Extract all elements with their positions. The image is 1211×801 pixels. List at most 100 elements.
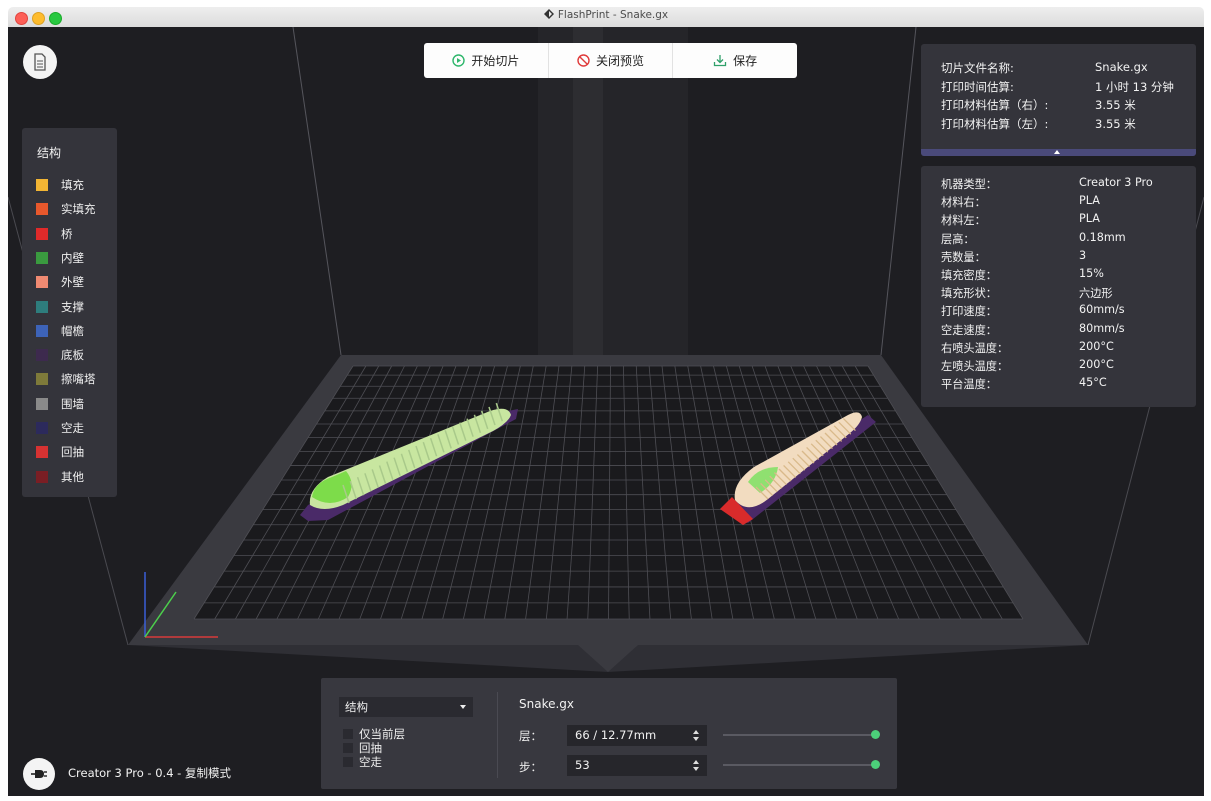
spin-down-icon[interactable] — [693, 737, 699, 741]
step-slider-thumb[interactable] — [871, 760, 880, 769]
spec-value: 200°C — [1079, 358, 1114, 371]
start-slice-button[interactable]: 开始切片 — [424, 43, 548, 78]
legend-item-label: 帽檐 — [61, 323, 84, 338]
spec-row: 打印速度： 60mm/s — [941, 303, 1201, 319]
legend-item-label: 围墙 — [61, 396, 84, 411]
spec-row: 空走速度： 80mm/s — [941, 322, 1201, 338]
slice-info-row: 打印材料估算（右）: 3.55 米 — [941, 97, 1201, 113]
layer-slider-track[interactable] — [723, 734, 875, 736]
start-slice-label: 开始切片 — [471, 54, 520, 68]
legend-item: 空走 — [36, 419, 84, 437]
collapse-arrow-icon — [1054, 150, 1060, 154]
slice-info-label: 打印时间估算: — [941, 79, 1014, 94]
slice-info-value: 1 小时 13 分钟 — [1095, 79, 1174, 94]
legend-item-label: 填充 — [61, 178, 84, 192]
window-title-text: FlashPrint - Snake.gx — [557, 9, 669, 21]
legend-item: 回抽 — [36, 443, 84, 461]
spec-label: 机器类型： — [941, 178, 997, 191]
spec-value: PLA — [1079, 194, 1100, 208]
spin-up-icon[interactable] — [693, 730, 699, 734]
save-button[interactable]: 保存 — [672, 43, 797, 78]
spec-row: 层高： 0.18mm — [941, 231, 1201, 247]
legend-color-swatch — [36, 373, 48, 386]
legend-color-swatch — [36, 179, 48, 191]
legend-item: 底板 — [36, 346, 84, 364]
legend-item-label: 桥 — [61, 226, 73, 241]
legend-item-label: 底板 — [61, 348, 84, 363]
window-title: FlashPrint - Snake.gx — [8, 9, 1204, 21]
spec-row: 填充密度： 15% — [941, 267, 1201, 283]
3d-viewport[interactable]: 结构 填充 实填充桥内壁 外壁 支撑 帽檐 底板 擦嘴塔 围墙 空走 回抽 其他 开始切片 关闭预览… — [8, 27, 1204, 796]
step-spinbox[interactable]: 53 — [567, 755, 707, 776]
open-file-button[interactable] — [23, 45, 57, 79]
legend-item: 擦嘴塔 — [36, 370, 96, 388]
download-icon — [714, 55, 727, 67]
spec-label: 空走速度： — [941, 323, 997, 337]
legend-color-swatch — [36, 324, 48, 337]
legend-item: 其他 — [36, 468, 84, 486]
checkbox-box[interactable] — [343, 743, 353, 753]
travel-checkbox[interactable]: 空走 — [343, 754, 382, 770]
slice-info-panel: 切片文件名称: Snake.gx 打印时间估算: 1 小时 13 分钟打印材料估算（右… — [921, 44, 1196, 156]
spec-label: 填充形状： — [941, 287, 997, 301]
spec-label: 填充密度： — [941, 269, 997, 282]
spec-label: 壳数量： — [941, 250, 986, 264]
slice-info-value: Snake.gx — [1095, 60, 1148, 74]
slice-info-label: 打印材料估算（左）: — [941, 116, 1049, 131]
legend-color-swatch — [36, 397, 48, 410]
spec-label: 左喷头温度： — [941, 360, 1009, 373]
step-label: 步： — [519, 760, 542, 774]
travel-label: 空走 — [359, 755, 382, 769]
machine-connect-button[interactable] — [23, 758, 55, 790]
collapse-bar[interactable] — [921, 149, 1196, 156]
checkbox-box[interactable] — [343, 757, 353, 767]
spec-value: 60mm/s — [1079, 303, 1125, 317]
spec-value: PLA — [1079, 212, 1100, 226]
spec-label: 右喷头温度： — [941, 341, 1009, 355]
step-value: 53 — [575, 758, 590, 772]
legend-color-swatch — [36, 276, 48, 289]
layer-label: 层： — [519, 729, 542, 743]
spec-row: 机器类型： Creator 3 Pro — [941, 176, 1201, 192]
legend-item: 桥 — [36, 225, 73, 243]
slice-info-row: 打印时间估算: 1 小时 13 分钟 — [941, 79, 1201, 95]
spec-value: 0.18mm — [1079, 230, 1126, 244]
panel-divider — [497, 692, 498, 778]
slice-info-label: 打印材料估算（右）: — [941, 98, 1049, 112]
legend-item: 填充 — [36, 176, 84, 194]
legend-item: 内壁 — [36, 249, 84, 267]
spin-up-icon[interactable] — [693, 760, 699, 764]
legend-color-swatch — [36, 300, 48, 313]
slice-info-value: 3.55 米 — [1095, 98, 1136, 112]
title-bar: FlashPrint - Snake.gx — [8, 7, 1204, 28]
slice-info-label: 切片文件名称: — [941, 61, 1014, 75]
close-preview-label: 关闭预览 — [596, 54, 645, 68]
spec-row: 平台温度： 45°C — [941, 376, 1201, 392]
legend-item-label: 其他 — [61, 469, 84, 484]
spec-row: 右喷头温度： 200°C — [941, 340, 1201, 356]
preview-control-panel: 结构 仅当前层 回抽 空走 Snake.gx 层： 66 / 12.77mm 步… — [321, 678, 897, 789]
layer-slider-thumb[interactable] — [871, 730, 880, 739]
prohibit-icon — [577, 54, 590, 67]
view-mode-select[interactable]: 结构 — [339, 697, 473, 717]
spec-value: 3 — [1079, 248, 1087, 262]
legend-item-label: 外壁 — [61, 275, 84, 290]
legend-color-swatch — [36, 470, 48, 483]
checkbox-box[interactable] — [343, 729, 353, 739]
legend-color-swatch — [36, 227, 48, 240]
layer-spinbox[interactable]: 66 / 12.77mm — [567, 725, 707, 746]
spec-label: 打印速度： — [941, 305, 997, 319]
close-preview-button[interactable]: 关闭预览 — [547, 43, 673, 78]
legend-color-swatch — [36, 446, 48, 459]
document-icon — [34, 53, 46, 71]
legend-item: 实填充 — [36, 200, 96, 218]
spin-down-icon[interactable] — [693, 767, 699, 771]
spec-value: 45°C — [1079, 376, 1107, 390]
spec-label: 层高： — [941, 232, 975, 246]
legend-item: 帽檐 — [36, 322, 84, 340]
app-window: FlashPrint - Snake.gx 结构 填充 实填充 桥 内壁 外壁 … — [0, 0, 1211, 801]
spec-row: 左喷头温度： 200°C — [941, 358, 1201, 374]
machine-status-text: Creator 3 Pro - 0.4 - 复制模式 — [68, 766, 231, 780]
step-slider-track[interactable] — [723, 764, 875, 766]
layer-value: 66 / 12.77mm — [575, 728, 657, 742]
